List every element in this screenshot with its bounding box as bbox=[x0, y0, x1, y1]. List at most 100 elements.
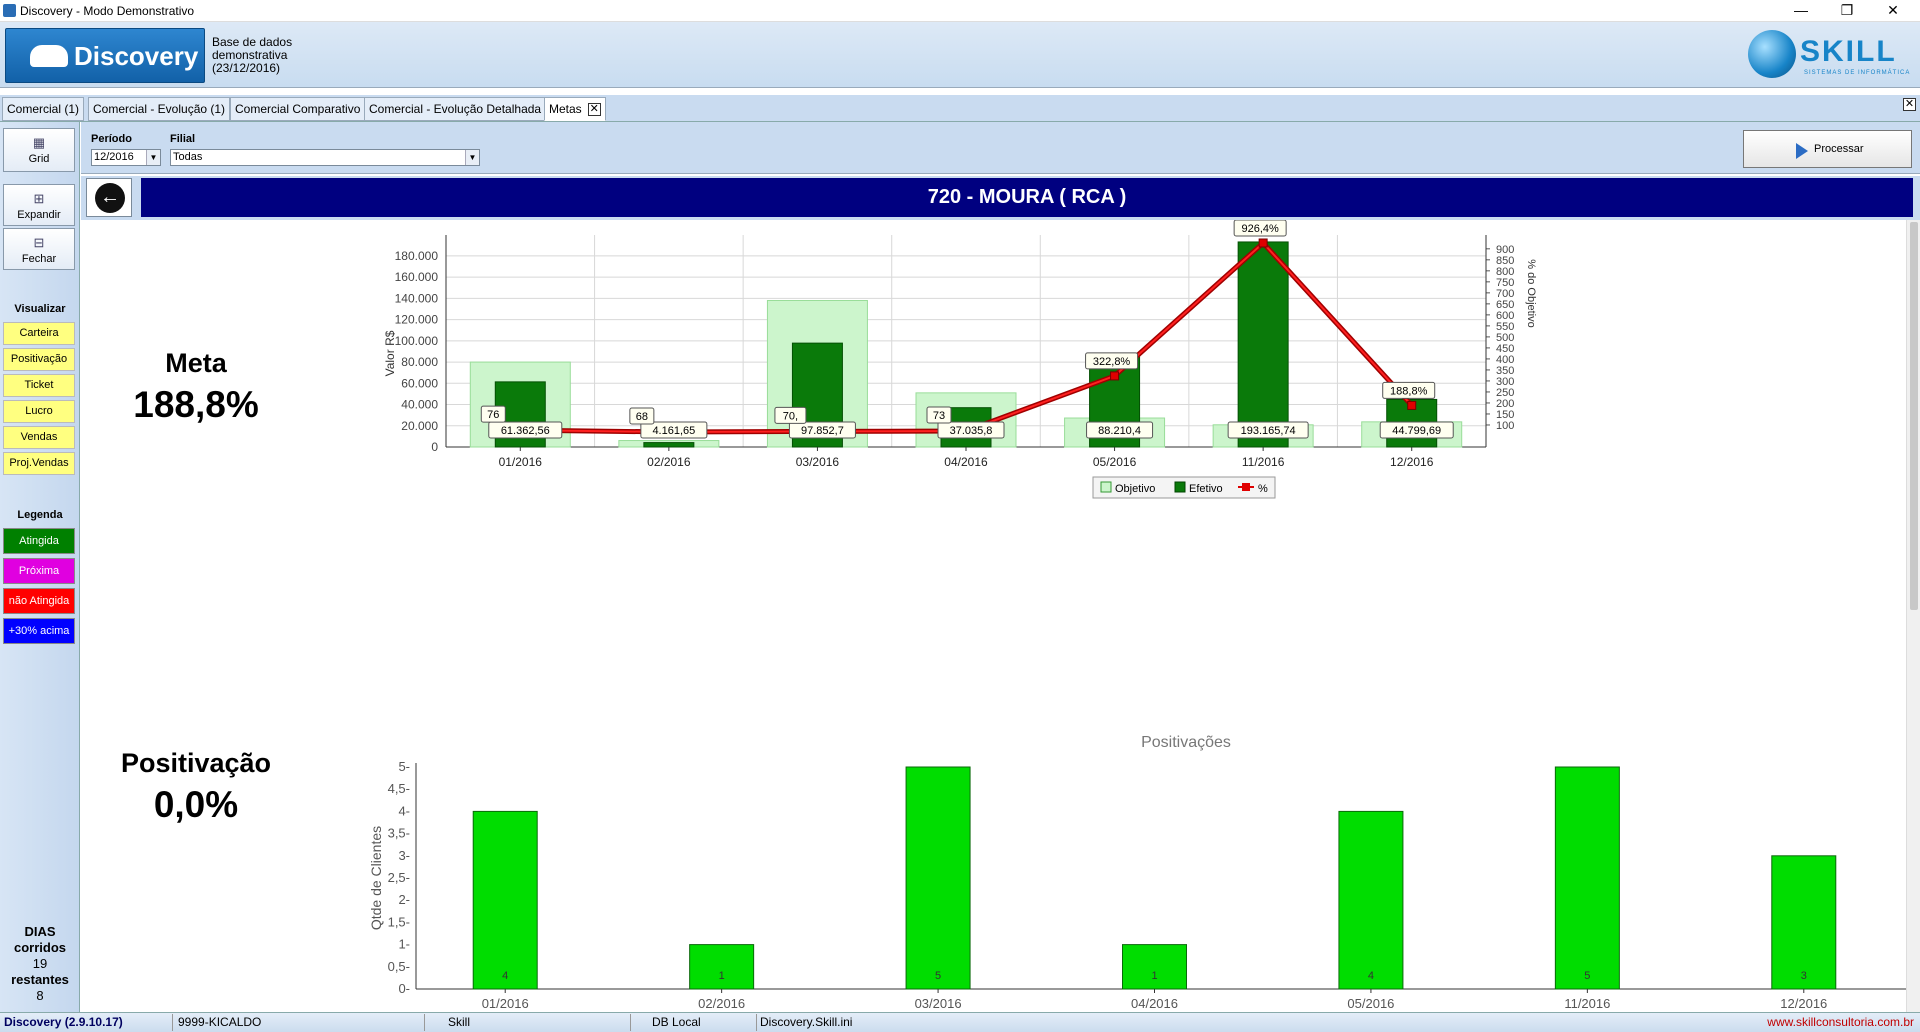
website-link[interactable]: www.skillconsultoria.com.br bbox=[1767, 1015, 1914, 1029]
efetivo-data-label: 37.035,8 bbox=[950, 425, 993, 437]
view-ticket-button[interactable]: Ticket bbox=[3, 374, 75, 397]
grid-icon: ▦ bbox=[32, 135, 46, 150]
scrollbar-thumb[interactable] bbox=[1910, 222, 1918, 610]
status-bar: Discovery (2.9.10.17) 9999-KICALDO Skill… bbox=[0, 1012, 1920, 1032]
close-tab-icon[interactable]: ✕ bbox=[587, 103, 601, 117]
visualizar-heading: Visualizar bbox=[14, 303, 66, 315]
y-tick-label: 160.000 bbox=[395, 270, 439, 284]
legend-label-percent: % bbox=[1258, 483, 1268, 495]
positivacao-title: Positivação bbox=[120, 748, 272, 778]
y2-tick-label: 450 bbox=[1496, 343, 1514, 355]
close-window-button[interactable]: ✕ bbox=[1870, 0, 1916, 22]
bar-data-label: 3 bbox=[1801, 970, 1807, 982]
db-info-date: (23/12/2016) bbox=[212, 61, 281, 75]
y2-axis-label: % do Objetivo bbox=[1525, 259, 1537, 327]
db-name: DB Local bbox=[652, 1015, 701, 1029]
efetivo-data-label: 61.362,56 bbox=[501, 425, 550, 437]
app-icon bbox=[3, 4, 16, 17]
y2-tick-label: 350 bbox=[1496, 365, 1514, 377]
tab-comercial-evolucao[interactable]: Comercial - Evolução (1) bbox=[88, 97, 231, 121]
positivados-bar bbox=[1338, 810, 1404, 990]
minimize-button[interactable]: — bbox=[1778, 0, 1824, 22]
tree-collapse-icon: ⊟ bbox=[33, 235, 45, 250]
grid-button[interactable]: ▦ Grid bbox=[3, 128, 75, 172]
view-carteira-button[interactable]: Carteira bbox=[3, 322, 75, 345]
y2-tick-label: 200 bbox=[1496, 398, 1514, 410]
tab-comercial[interactable]: Comercial (1) bbox=[2, 97, 85, 121]
filial-select[interactable]: Todas ▼ bbox=[170, 149, 480, 166]
tab-label: Comercial (1) bbox=[7, 102, 80, 116]
efetivo-bar bbox=[643, 442, 695, 448]
tab-label: Metas bbox=[549, 102, 582, 116]
vertical-scrollbar[interactable] bbox=[1906, 220, 1920, 1015]
view-proj-vendas-button[interactable]: Proj.Vendas bbox=[3, 452, 75, 475]
percent-data-label: 68 bbox=[636, 411, 648, 423]
tab-label: Comercial Comparativo bbox=[235, 102, 361, 116]
window-title: Discovery - Modo Demonstrativo bbox=[20, 4, 195, 18]
filial-value: Todas bbox=[173, 151, 203, 163]
efetivo-data-label: 4.161,65 bbox=[652, 425, 695, 437]
meta-value: 188,8% bbox=[133, 384, 259, 425]
maximize-button[interactable]: ❐ bbox=[1824, 0, 1870, 22]
back-button[interactable]: ← bbox=[86, 178, 132, 217]
expandir-button[interactable]: ⊞ Expandir bbox=[3, 184, 75, 226]
tab-comercial-evolucao-detalhada[interactable]: Comercial - Evolução Detalhada bbox=[364, 97, 547, 121]
y-tick-label: 3- bbox=[398, 848, 410, 863]
left-sidebar: ▦ Grid ⊞ Expandir ⊟ Fechar Visualizar Ca… bbox=[0, 122, 80, 1015]
tab-comercial-comparativo[interactable]: Comercial Comparativo bbox=[230, 97, 366, 121]
tab-metas[interactable]: Metas ✕ bbox=[544, 97, 606, 121]
legend-atingida: Atingida bbox=[3, 528, 75, 554]
tab-bar: Comercial (1) Comercial - Evolução (1) C… bbox=[0, 95, 1920, 122]
app-name: Discovery bbox=[74, 41, 199, 71]
play-icon bbox=[1796, 143, 1808, 159]
x-tick-label: 03/2016 bbox=[915, 996, 962, 1011]
y2-tick-label: 100 bbox=[1496, 420, 1514, 432]
x-tick-label: 11/2016 bbox=[1564, 996, 1610, 1011]
percent-point bbox=[1258, 238, 1268, 248]
dias-corridos-label: corridos bbox=[13, 940, 66, 955]
y-tick-label: 80.000 bbox=[401, 355, 438, 369]
view-positivacao-button[interactable]: Positivação bbox=[3, 348, 75, 371]
tab-label: Comercial - Evolução (1) bbox=[93, 102, 226, 116]
chevron-down-icon[interactable]: ▼ bbox=[146, 150, 160, 165]
main-content: Meta 188,8% Positivação 0,0% 0 20.000 40.0… bbox=[81, 220, 1906, 1015]
legend-swatch-objetivo bbox=[1100, 481, 1112, 493]
dias-panel: DIAS corridos 19 restantes 8 bbox=[0, 924, 80, 1004]
periodo-select[interactable]: 12/2016 ▼ bbox=[91, 149, 161, 166]
x-tick-label: 04/2016 bbox=[944, 455, 988, 469]
y2-tick-label: 550 bbox=[1496, 321, 1514, 333]
filter-bar: Período 12/2016 ▼ Filial Todas ▼ Process… bbox=[81, 122, 1920, 174]
globe-icon bbox=[1748, 30, 1796, 78]
chevron-down-icon[interactable]: ▼ bbox=[465, 150, 479, 165]
y2-tick-label: 400 bbox=[1496, 354, 1514, 366]
ini-file: Discovery.Skill.ini bbox=[760, 1015, 853, 1029]
y-tick-label: 100.000 bbox=[395, 334, 439, 348]
view-lucro-button[interactable]: Lucro bbox=[3, 400, 75, 423]
close-all-tabs-icon[interactable]: ✕ bbox=[1903, 98, 1916, 111]
y-axis-label: Qtde de Clientes bbox=[368, 826, 384, 930]
efetivo-data-label: 193.165,74 bbox=[1241, 425, 1296, 437]
positivados-bar bbox=[905, 766, 971, 990]
y-tick-label: 1- bbox=[398, 937, 410, 952]
dias-corridos-value: 19 bbox=[32, 956, 48, 971]
y-tick-label: 0 bbox=[431, 440, 438, 454]
tree-expand-icon: ⊞ bbox=[33, 191, 45, 206]
fechar-button[interactable]: ⊟ Fechar bbox=[3, 228, 75, 270]
y-tick-label: 2,5- bbox=[388, 870, 410, 885]
view-vendas-button[interactable]: Vendas bbox=[3, 426, 75, 449]
periodo-value: 12/2016 bbox=[94, 151, 134, 163]
legend-swatch-percent bbox=[1242, 483, 1250, 491]
bar-data-label: 5 bbox=[935, 970, 941, 982]
processar-button[interactable]: Processar bbox=[1743, 130, 1912, 168]
y-tick-label: 3,5- bbox=[388, 826, 410, 841]
arrow-left-icon: ← bbox=[95, 183, 125, 213]
positivados-bar bbox=[472, 810, 538, 990]
x-tick-label: 05/2016 bbox=[1347, 996, 1394, 1011]
skill-logo: SKILL SISTEMAS DE INFORMÁTICA bbox=[1748, 28, 1914, 82]
window-titlebar: Discovery - Modo Demonstrativo — ❐ ✕ bbox=[0, 0, 1920, 22]
grid-label: Grid bbox=[28, 153, 50, 165]
x-tick-label: 11/2016 bbox=[1242, 455, 1285, 469]
y-tick-label: 180.000 bbox=[395, 249, 439, 263]
y-tick-label: 60.000 bbox=[401, 376, 438, 390]
legend-30-acima: +30% acima bbox=[3, 618, 75, 644]
